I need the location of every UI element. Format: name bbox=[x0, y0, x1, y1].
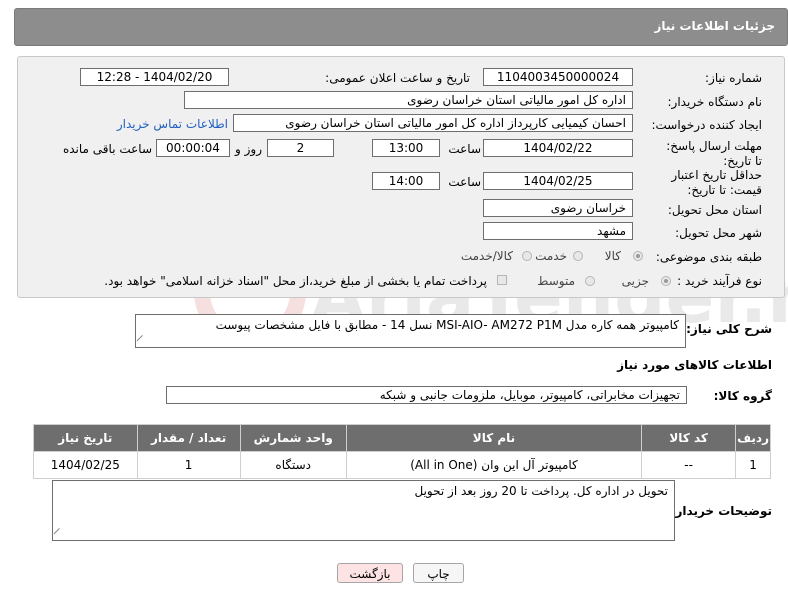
column-header-item-name: نام کالا bbox=[345, 424, 643, 452]
cell-quantity: 1 bbox=[136, 451, 241, 479]
category-radio-goods-service[interactable] bbox=[522, 251, 532, 261]
column-header-row-number: ردیف bbox=[735, 424, 771, 452]
category-label: طبقه بندی موضوعی: bbox=[655, 250, 762, 264]
back-button[interactable]: بازگشت bbox=[337, 563, 403, 583]
page-title: جزئیات اطلاعات نیاز bbox=[654, 19, 775, 33]
table-row[interactable]: 1 -- کامپیوتر آل این وان (All in One) دس… bbox=[33, 451, 771, 479]
buyer-notes-text: تحویل در اداره کل. پرداخت تا 20 روز بعد … bbox=[414, 484, 669, 498]
deadline-time-label: ساعت bbox=[448, 142, 481, 156]
description-textarea[interactable]: کامپیوتر همه کاره مدل MSI-AIO- AM272 P1M… bbox=[135, 314, 686, 348]
category-option-service: خدمت bbox=[535, 249, 567, 263]
column-header-need-date: تاریخ نیاز bbox=[33, 424, 138, 452]
remaining-label: ساعت باقی مانده bbox=[62, 142, 152, 156]
category-radio-goods[interactable] bbox=[633, 251, 643, 261]
resize-grip-icon[interactable] bbox=[53, 527, 66, 540]
process-radio-minor[interactable] bbox=[661, 276, 671, 286]
page-header: جزئیات اطلاعات نیاز bbox=[14, 8, 788, 46]
print-button[interactable]: چاپ bbox=[413, 563, 464, 583]
items-table: ردیف کد کالا نام کالا واحد شمارش تعداد /… bbox=[33, 424, 771, 479]
buyer-notes-textarea[interactable]: تحویل در اداره کل. پرداخت تا 20 روز بعد … bbox=[52, 480, 675, 541]
contact-info-link[interactable]: اطلاعات تماس خریدار bbox=[117, 117, 228, 131]
column-header-unit: واحد شمارش bbox=[239, 424, 347, 452]
city-field[interactable]: مشهد bbox=[483, 222, 633, 240]
process-label: نوع فرآیند خرید : bbox=[677, 274, 762, 288]
days-label: روز و bbox=[235, 142, 262, 156]
min-price-time-field[interactable]: 14:00 bbox=[372, 172, 440, 190]
goods-group-label: گروه کالا: bbox=[713, 389, 772, 403]
buyer-label: نام دستگاه خریدار: bbox=[667, 95, 763, 109]
province-label: استان محل تحویل: bbox=[667, 203, 762, 217]
category-radio-service[interactable] bbox=[573, 251, 583, 261]
creator-field[interactable]: احسان کیمیایی کارپرداز اداره کل امور مال… bbox=[233, 114, 633, 132]
category-option-goods: کالا bbox=[604, 249, 621, 263]
cell-unit: دستگاه bbox=[239, 451, 347, 479]
cell-need-date: 1404/02/25 bbox=[33, 451, 138, 479]
creator-label: ایجاد کننده درخواست: bbox=[651, 118, 762, 132]
description-label: شرح کلی نیاز: bbox=[686, 322, 772, 336]
remaining-time-field[interactable]: 00:00:04 bbox=[156, 139, 230, 157]
process-option-medium: متوسط bbox=[537, 274, 575, 288]
need-number-label: شماره نیاز: bbox=[705, 71, 762, 85]
cell-item-code: -- bbox=[641, 451, 737, 479]
announce-label: تاریخ و ساعت اعلان عمومی: bbox=[325, 71, 470, 85]
category-option-goods-service: کالا/خدمت bbox=[460, 249, 513, 263]
treasury-bonds-note: پرداخت تمام یا بخشی از مبلغ خرید،از محل … bbox=[104, 274, 487, 288]
min-price-label: حداقل تاریخ اعتبار قیمت: تا تاریخ: bbox=[671, 168, 762, 197]
deadline-time-field[interactable]: 13:00 bbox=[372, 139, 440, 157]
cell-row-number: 1 bbox=[735, 451, 771, 479]
description-text: کامپیوتر همه کاره مدل MSI-AIO- AM272 P1M… bbox=[215, 318, 679, 332]
resize-grip-icon[interactable] bbox=[136, 334, 149, 347]
process-radio-medium[interactable] bbox=[585, 276, 595, 286]
min-price-time-label: ساعت bbox=[448, 175, 481, 189]
deadline-label: مهلت ارسال پاسخ: تا تاریخ: bbox=[666, 139, 762, 168]
goods-section-title: اطلاعات کالاهای مورد نیاز bbox=[617, 358, 772, 372]
need-number-field[interactable]: 1104003450000024 bbox=[483, 68, 633, 86]
min-price-date-field[interactable]: 1404/02/25 bbox=[483, 172, 633, 190]
days-field[interactable]: 2 bbox=[267, 139, 334, 157]
column-header-quantity: تعداد / مقدار bbox=[136, 424, 241, 452]
column-header-item-code: کد کالا bbox=[641, 424, 737, 452]
announce-field[interactable]: 1404/02/20 - 12:28 bbox=[80, 68, 229, 86]
buyer-notes-label: توضیحات خریدار: bbox=[670, 504, 772, 518]
buyer-field[interactable]: اداره کل امور مالیاتی استان خراسان رضوی bbox=[184, 91, 633, 109]
goods-group-field[interactable]: تجهیزات مخابراتی، کامپیوتر، موبایل، ملزو… bbox=[166, 386, 687, 404]
city-label: شهر محل تحویل: bbox=[675, 226, 762, 240]
process-option-minor: جزیی bbox=[621, 274, 649, 288]
treasury-bonds-checkbox[interactable] bbox=[497, 275, 507, 285]
cell-item-name: کامپیوتر آل این وان (All in One) bbox=[345, 451, 643, 479]
deadline-date-field[interactable]: 1404/02/22 bbox=[483, 139, 633, 157]
table-header-row: ردیف کد کالا نام کالا واحد شمارش تعداد /… bbox=[33, 424, 771, 452]
province-field[interactable]: خراسان رضوی bbox=[483, 199, 633, 217]
